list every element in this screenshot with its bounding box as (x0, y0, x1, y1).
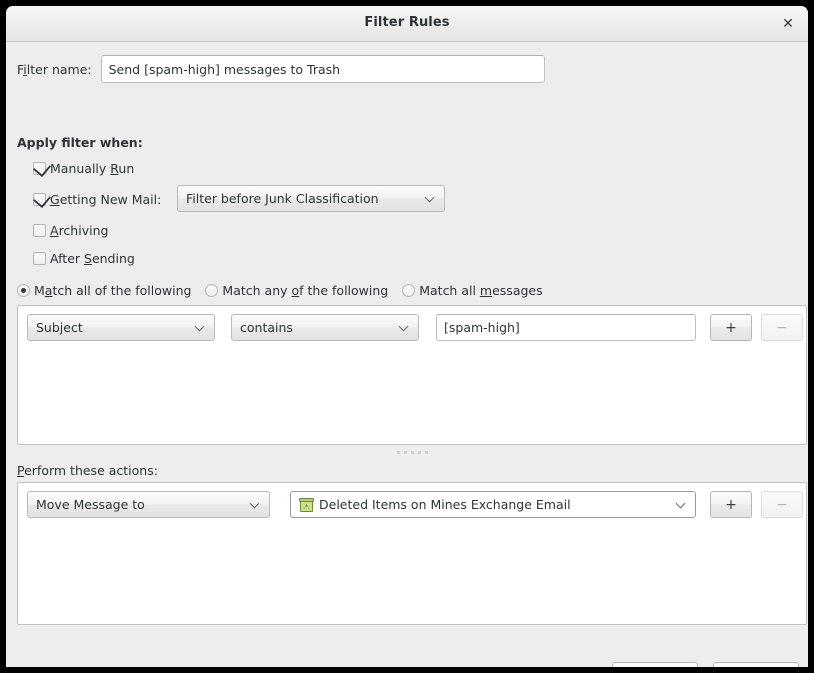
condition-operator-dropdown[interactable]: contains (231, 314, 419, 341)
perform-actions-heading: Perform these actions: (17, 463, 158, 478)
match-all-of-the-following-label: Match all of the following (34, 283, 192, 298)
remove-condition-button[interactable]: − (761, 314, 803, 341)
match-all-of-the-following-radio[interactable]: Match all of the following (17, 283, 191, 298)
archiving-label: Archiving (50, 223, 109, 238)
apply-filter-when-heading: Apply filter when: (17, 135, 143, 150)
conditions-panel: Subject contains + − (17, 305, 807, 445)
checkbox-row-after-sending[interactable]: After Sending (33, 251, 135, 266)
getting-new-mail-checkbox[interactable] (33, 193, 46, 206)
splitter-dot (396, 450, 400, 454)
action-target-folder-value: Deleted Items on Mines Exchange Email (319, 497, 571, 512)
match-all-messages-radio[interactable]: Match all messages (402, 283, 543, 298)
action-row: Move Message to Deleted Items on Mines E… (27, 491, 803, 518)
close-icon[interactable]: ✕ (778, 14, 798, 34)
actions-panel: Move Message to Deleted Items on Mines E… (17, 482, 807, 625)
match-all-messages-label: Match all messages (419, 283, 543, 298)
chevron-down-icon (676, 499, 687, 510)
condition-value-input[interactable] (436, 314, 696, 341)
condition-field-dropdown[interactable]: Subject (27, 314, 215, 341)
add-action-button[interactable]: + (710, 491, 752, 518)
condition-operator-value: contains (240, 320, 293, 335)
action-type-value: Move Message to (36, 497, 145, 512)
manually-run-checkbox[interactable] (33, 162, 46, 175)
splitter-dot (424, 450, 428, 454)
chevron-down-icon (399, 322, 410, 333)
radio-indicator (402, 284, 416, 297)
checkbox-row-archiving[interactable]: Archiving (33, 223, 108, 238)
match-any-of-the-following-label: Match any of the following (222, 283, 389, 298)
dialog-title: Filter Rules (364, 15, 450, 30)
splitter-dot (417, 450, 421, 454)
radio-indicator (205, 284, 219, 297)
ok-button[interactable]: OK (713, 662, 799, 667)
radio-indicator (17, 284, 30, 297)
after-sending-checkbox[interactable] (33, 252, 46, 265)
trash-folder-icon (299, 497, 314, 512)
cancel-button[interactable]: Cancel (612, 662, 698, 667)
junk-classification-timing-value: Filter before Junk Classification (186, 191, 379, 206)
splitter-dot (403, 450, 407, 454)
action-type-dropdown[interactable]: Move Message to (27, 491, 270, 518)
condition-row: Subject contains + − (27, 314, 803, 341)
filter-rules-dialog: Filter Rules ✕ Filter name: Apply filter… (6, 6, 808, 667)
filter-name-input[interactable] (100, 55, 545, 83)
manually-run-label: Manually Run (50, 161, 135, 176)
match-mode-radio-group: Match all of the following Match any of … (17, 283, 557, 298)
remove-action-button[interactable]: − (761, 491, 803, 518)
match-any-of-the-following-radio[interactable]: Match any of the following (205, 283, 388, 298)
chevron-down-icon (425, 193, 436, 204)
splitter-dot (410, 450, 414, 454)
chevron-down-icon (195, 322, 206, 333)
condition-field-value: Subject (36, 320, 83, 335)
filter-name-label: Filter name: (17, 61, 92, 77)
checkbox-row-manually-run[interactable]: Manually Run (33, 161, 134, 176)
chevron-down-icon (250, 499, 261, 510)
after-sending-label: After Sending (50, 251, 135, 266)
filter-name-row: Filter name: (17, 55, 545, 83)
panel-splitter-handle[interactable] (17, 446, 807, 458)
archiving-checkbox[interactable] (33, 224, 46, 237)
junk-classification-timing-dropdown[interactable]: Filter before Junk Classification (177, 185, 445, 212)
getting-new-mail-label: Getting New Mail: (50, 192, 162, 207)
checkbox-row-getting-new-mail[interactable]: Getting New Mail: (33, 192, 161, 207)
title-bar: Filter Rules ✕ (6, 6, 808, 42)
add-condition-button[interactable]: + (710, 314, 752, 341)
action-target-folder-dropdown[interactable]: Deleted Items on Mines Exchange Email (290, 491, 696, 518)
